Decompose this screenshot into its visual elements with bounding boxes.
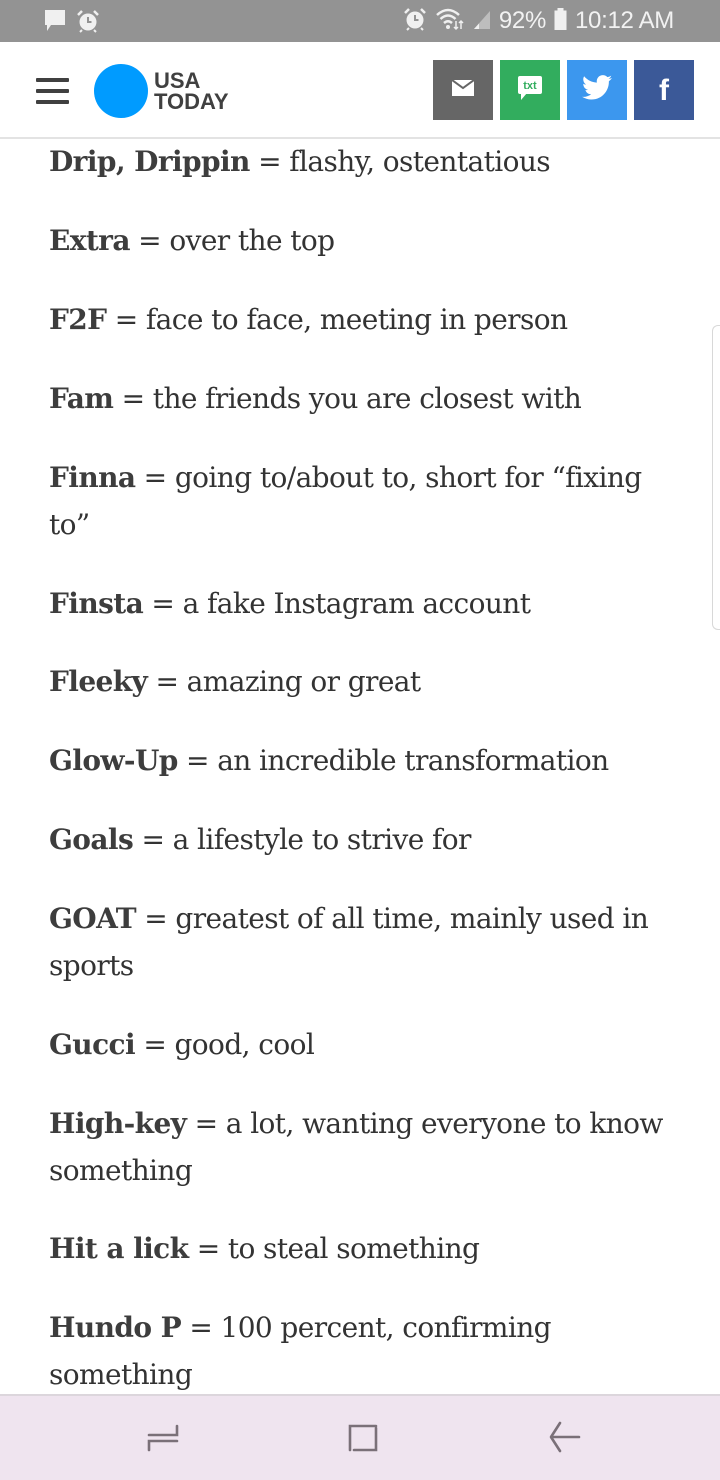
article-body: Drip, Drippin = flashy, ostentatious Ext… (0, 139, 720, 1394)
alarm-icon (76, 9, 100, 38)
alarm-icon (403, 7, 427, 36)
slang-term: Gucci (49, 1028, 136, 1061)
slang-definition: = flashy, ostentatious (249, 145, 551, 178)
slang-entry: Hit a lick = to steal something (49, 1225, 679, 1272)
slang-definition: = face to face, meeting in person (106, 303, 568, 336)
slang-definition: = an incredible transformation (177, 744, 609, 777)
battery-icon (554, 7, 567, 36)
message-icon (44, 9, 66, 38)
slang-entry: Fleeky = amazing or great (49, 658, 679, 705)
slang-entry: Finsta = a fake Instagram account (49, 580, 679, 627)
txt-bubble-icon: txt (517, 75, 543, 106)
site-header: USA TODAY txt f (0, 42, 720, 139)
home-button[interactable] (343, 1418, 383, 1458)
notification-icons (44, 9, 100, 38)
slang-entry: Gucci = good, cool (49, 1021, 679, 1068)
logo-line-1: USA (154, 68, 201, 93)
email-share-button[interactable] (433, 60, 493, 120)
slang-term: Fam (49, 382, 114, 415)
back-button[interactable] (545, 1418, 585, 1458)
slang-definition: = a fake Instagram account (143, 587, 531, 620)
slang-term: Drip, Drippin (49, 145, 250, 178)
slang-entry: Goals = a lifestyle to strive for (49, 816, 679, 863)
slang-entry: Glow-Up = an incredible transformation (49, 737, 679, 784)
usa-today-logo[interactable]: USA TODAY (94, 64, 229, 118)
slang-term: Glow-Up (49, 744, 178, 777)
slang-entry: Hundo P = 100 percent, confirming someth… (49, 1304, 679, 1394)
slang-term: Hundo P (49, 1311, 182, 1344)
wifi-icon (435, 7, 465, 36)
envelope-icon (451, 78, 475, 101)
share-buttons: txt f (433, 60, 694, 120)
slang-entry: Fam = the friends you are closest with (49, 375, 679, 422)
slang-entry: Drip, Drippin = flashy, ostentatious (49, 139, 679, 185)
slang-term: Hit a lick (49, 1232, 189, 1265)
slang-entry: F2F = face to face, meeting in person (49, 296, 679, 343)
navigation-bar (0, 1394, 720, 1480)
edge-panel-handle[interactable] (712, 325, 720, 630)
slang-term: Goals (49, 823, 134, 856)
slang-term: Finsta (49, 587, 144, 620)
slang-term: High-key (49, 1107, 187, 1140)
home-icon (343, 1424, 383, 1462)
slang-definition: = over the top (129, 224, 335, 257)
text-share-button[interactable]: txt (500, 60, 560, 120)
slang-definition: = to steal something (188, 1232, 480, 1265)
slang-entry: Finna = going to/about to, short for “fi… (49, 454, 679, 548)
logo-circle (94, 64, 148, 118)
signal-icon (473, 7, 491, 36)
slang-definition: = amazing or great (147, 665, 422, 698)
slang-definition: = the friends you are closest with (113, 382, 582, 415)
back-arrow-icon (545, 1421, 585, 1462)
recent-apps-icon (143, 1424, 183, 1462)
slang-definition: = good, cool (135, 1028, 315, 1061)
slang-entry: Extra = over the top (49, 217, 679, 264)
logo-line-2: TODAY (154, 89, 229, 114)
svg-text:txt: txt (523, 80, 537, 92)
slang-definition: = a lifestyle to strive for (133, 823, 471, 856)
facebook-icon: f (659, 74, 669, 107)
slang-term: Extra (49, 224, 130, 257)
system-status: 92% 10:12 AM (403, 6, 674, 36)
slang-term: GOAT (49, 902, 137, 935)
logo-text: USA TODAY (154, 68, 229, 114)
facebook-share-button[interactable]: f (634, 60, 694, 120)
twitter-share-button[interactable] (567, 60, 627, 120)
status-bar: 92% 10:12 AM (0, 0, 720, 42)
battery-percent: 92% (498, 7, 546, 34)
recent-apps-button[interactable] (143, 1418, 183, 1458)
twitter-bird-icon (582, 75, 612, 105)
slang-term: Fleeky (49, 665, 148, 698)
clock: 10:12 AM (574, 7, 674, 34)
slang-entry: GOAT = greatest of all time, mainly used… (49, 895, 679, 989)
slang-definition: = greatest of all time, mainly used in s… (49, 902, 649, 982)
slang-term: Finna (49, 461, 136, 494)
hamburger-menu-icon[interactable] (36, 76, 69, 104)
slang-term: F2F (49, 303, 107, 336)
slang-entry: High-key = a lot, wanting everyone to kn… (49, 1100, 679, 1194)
slang-definition: = going to/about to, short for “fixing t… (49, 461, 642, 541)
